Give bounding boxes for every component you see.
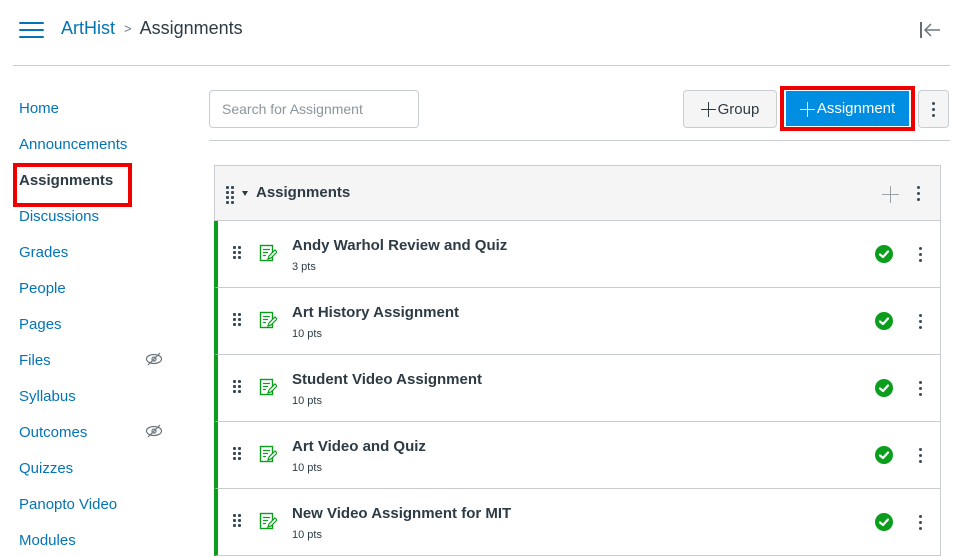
sidebar-item-files[interactable]: Files — [0, 342, 190, 378]
sidebar-item-label: Announcements — [19, 135, 128, 153]
assignment-group-header: Assignments — [215, 166, 940, 221]
plus-icon — [700, 102, 716, 117]
published-check-icon[interactable] — [875, 245, 893, 263]
sidebar-item-label: Panopto Video — [19, 495, 118, 513]
plus-icon — [799, 101, 815, 117]
assignment-icon — [259, 244, 277, 262]
search-assignment-input[interactable] — [209, 90, 419, 128]
sidebar-item-label: Syllabus — [19, 387, 76, 405]
sidebar-item-label: Grades — [19, 243, 69, 261]
assignment-title-link[interactable]: Art History Assignment — [292, 304, 459, 321]
hidden-eye-icon — [145, 424, 163, 438]
breadcrumb: ArtHist > Assignments — [61, 18, 243, 39]
hamburger-icon[interactable] — [19, 20, 44, 40]
sidebar-item-grades[interactable]: Grades — [0, 234, 190, 270]
drag-handle-icon[interactable] — [233, 246, 241, 259]
assignment-title-link[interactable]: Art Video and Quiz — [292, 438, 426, 455]
collapse-left-icon — [920, 22, 940, 38]
assignment-points: 10 pts — [292, 328, 322, 340]
assignment-points: 10 pts — [292, 395, 322, 407]
drag-handle-icon[interactable] — [233, 313, 241, 326]
collapse-sidebar-button[interactable] — [918, 19, 942, 41]
drag-handle-icon[interactable] — [226, 186, 234, 204]
drag-handle-icon[interactable] — [233, 447, 241, 460]
header-divider — [13, 65, 950, 66]
assignment-options-kebab-icon[interactable] — [915, 515, 925, 530]
assignment-icon — [259, 445, 277, 463]
sidebar-item-panopto-video[interactable]: Panopto Video — [0, 486, 190, 522]
hidden-eye-icon — [145, 352, 163, 366]
assignment-points: 10 pts — [292, 462, 322, 474]
kebab-icon — [929, 101, 939, 117]
published-check-icon[interactable] — [875, 446, 893, 464]
sidebar-item-label: People — [19, 279, 66, 297]
add-to-group-button[interactable] — [882, 186, 899, 203]
assignment-points: 10 pts — [292, 529, 322, 541]
assignment-title-link[interactable]: New Video Assignment for MIT — [292, 505, 511, 522]
published-check-icon[interactable] — [875, 513, 893, 531]
course-nav: Home Announcements Assignments Discussio… — [0, 90, 190, 556]
assignment-icon — [259, 311, 277, 329]
assignment-points: 3 pts — [292, 261, 316, 273]
sidebar-item-assignments[interactable]: Assignments — [0, 162, 190, 207]
sidebar-item-label: Quizzes — [19, 459, 74, 477]
drag-handle-icon[interactable] — [233, 380, 241, 393]
assignment-options-kebab-icon[interactable] — [915, 448, 925, 463]
sidebar-item-home[interactable]: Home — [0, 90, 190, 126]
sidebar-item-pages[interactable]: Pages — [0, 306, 190, 342]
sidebar-item-announcements[interactable]: Announcements — [0, 126, 190, 162]
sidebar-item-label: Discussions — [19, 207, 100, 225]
assignment-options-kebab-icon[interactable] — [915, 314, 925, 329]
highlight-box: Assignment — [780, 86, 915, 131]
sidebar-item-syllabus[interactable]: Syllabus — [0, 378, 190, 414]
add-assignment-label: Assignment — [816, 100, 896, 117]
sidebar-item-label: Files — [19, 351, 51, 369]
assignment-row: Andy Warhol Review and Quiz 3 pts — [214, 221, 940, 288]
assignment-title-link[interactable]: Andy Warhol Review and Quiz — [292, 237, 507, 254]
drag-handle-icon[interactable] — [233, 514, 241, 527]
sidebar-item-label: Modules — [19, 531, 76, 549]
sidebar-item-people[interactable]: People — [0, 270, 190, 306]
published-check-icon[interactable] — [875, 312, 893, 330]
assignment-options-kebab-icon[interactable] — [915, 247, 925, 262]
assignment-icon — [259, 512, 277, 530]
assignment-icon — [259, 378, 277, 396]
assignment-title-link[interactable]: Student Video Assignment — [292, 371, 482, 388]
collapse-caret-icon[interactable] — [242, 191, 248, 196]
assignment-row: New Video Assignment for MIT 10 pts — [214, 489, 940, 556]
group-options-kebab-icon[interactable] — [913, 186, 923, 201]
sidebar-item-outcomes[interactable]: Outcomes — [0, 414, 190, 450]
breadcrumb-separator: > — [124, 21, 132, 36]
add-assignment-button[interactable]: Assignment — [786, 91, 909, 126]
sidebar-item-label: Outcomes — [19, 423, 88, 441]
sidebar-item-label: Pages — [19, 315, 62, 333]
assignment-group-title: Assignments — [256, 184, 351, 201]
assignment-row: Art Video and Quiz 10 pts — [214, 422, 940, 489]
sidebar-item-label: Assignments — [19, 171, 114, 189]
assignment-options-kebab-icon[interactable] — [915, 381, 925, 396]
add-group-button[interactable]: Group — [683, 90, 777, 128]
add-group-label: Group — [717, 100, 760, 118]
sidebar-item-discussions[interactable]: Discussions — [0, 198, 190, 234]
page-header: ArtHist > Assignments — [0, 0, 971, 66]
assignment-row: Art History Assignment 10 pts — [214, 288, 940, 355]
breadcrumb-course-link[interactable]: ArtHist — [61, 18, 115, 39]
sidebar-item-modules[interactable]: Modules — [0, 522, 190, 556]
toolbar-divider — [209, 140, 950, 141]
more-options-button[interactable] — [918, 90, 949, 128]
published-check-icon[interactable] — [875, 379, 893, 397]
assignment-row: Student Video Assignment 10 pts — [214, 355, 940, 422]
breadcrumb-current: Assignments — [139, 18, 243, 38]
assignment-group: Assignments Andy Warhol Review and Quiz … — [214, 165, 941, 556]
sidebar-item-label: Home — [19, 99, 60, 117]
sidebar-item-quizzes[interactable]: Quizzes — [0, 450, 190, 486]
